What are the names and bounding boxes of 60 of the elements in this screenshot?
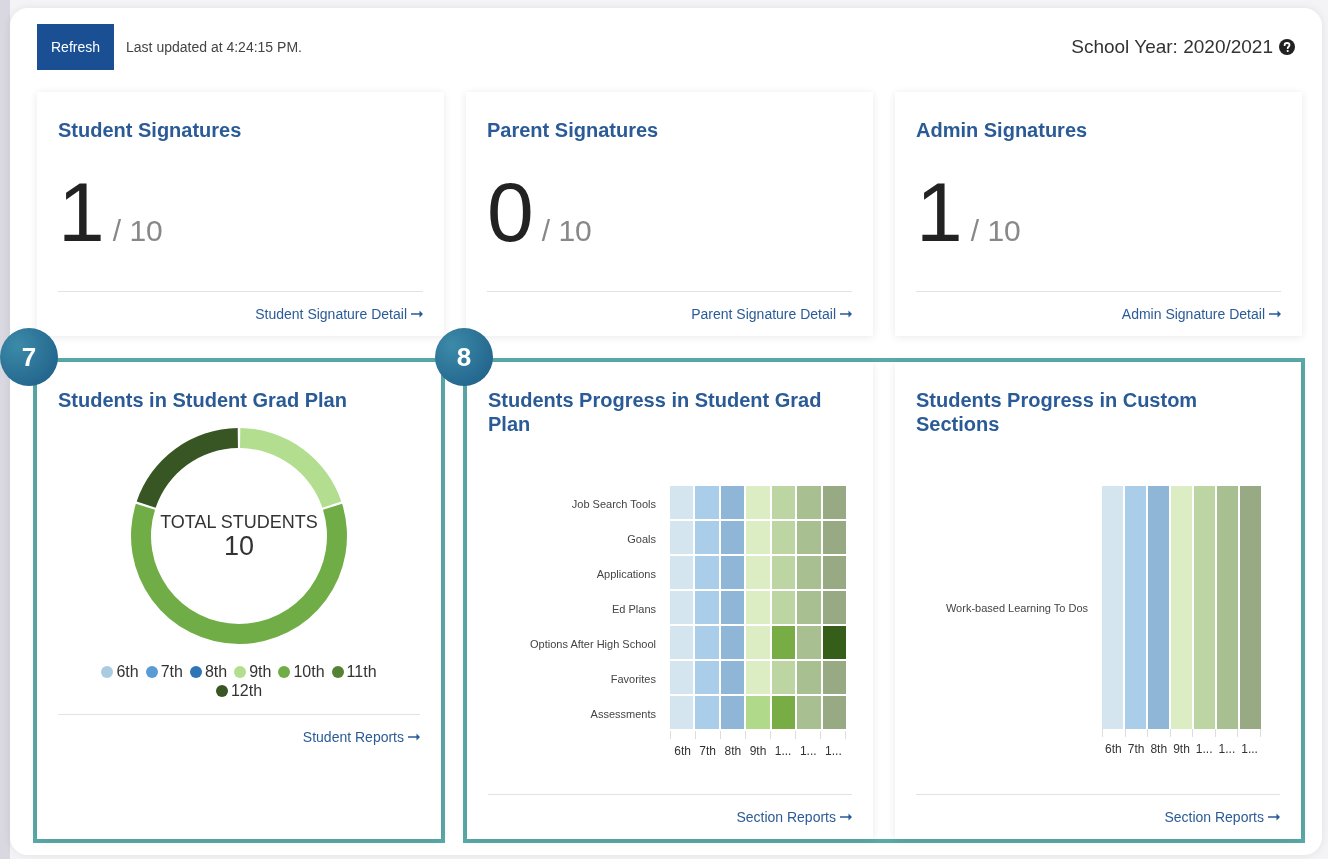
axis-label: 8th (723, 744, 743, 758)
arrow-icon (411, 310, 423, 318)
report-link[interactable]: Student Reports (302, 729, 420, 745)
report-link[interactable]: Parent Signature Detail (691, 306, 852, 322)
signature-total: / 10 (112, 214, 163, 248)
row-label: Favorites (610, 672, 656, 685)
legend-label: 6th (116, 662, 139, 681)
row-label: Ed Plans (611, 602, 656, 615)
signature-count: 0 (487, 170, 534, 254)
signature-count: 1 (58, 170, 105, 254)
signature-total: / 10 (541, 214, 592, 248)
axis-label: 1... (1240, 742, 1259, 756)
axis-label: 9th (748, 744, 768, 758)
arrow-icon (840, 813, 852, 821)
card-title: Students Progress in Custom Sections (916, 388, 1199, 436)
axis-label: 8th (1149, 742, 1169, 756)
school-year-text: School Year: 2020/2021 (1071, 36, 1273, 58)
axis-label: 6th (1104, 742, 1123, 756)
total-value: 10 (223, 532, 254, 560)
legend-label: 7th (160, 662, 183, 681)
report-link[interactable]: Section Reports (736, 809, 852, 825)
row-label: Goals (627, 532, 656, 545)
report-link[interactable]: Section Reports (1164, 809, 1280, 825)
report-link[interactable]: Admin Signature Detail (1121, 306, 1281, 322)
arrow-icon (840, 310, 852, 318)
card-title: Students Progress in Student Grad Plan (488, 388, 823, 436)
axis-label: 1... (1217, 742, 1237, 756)
axis-label: 1... (798, 744, 818, 758)
row-label: Work-based Learning To Dos (945, 601, 1088, 614)
axis-label: 7th (1126, 742, 1146, 756)
arrow-icon (1269, 310, 1281, 318)
legend-label: 11th (346, 662, 377, 681)
axis-label: 1... (824, 744, 843, 758)
axis-label: 6th (673, 744, 692, 758)
refresh-button[interactable]: Refresh (37, 24, 115, 70)
axis-label: 1... (1194, 742, 1214, 756)
card-title: Student Signatures (58, 118, 243, 142)
axis-label: 7th (698, 744, 718, 758)
card-title: Parent Signatures (487, 118, 660, 142)
report-link[interactable]: Student Signature Detail (255, 306, 423, 322)
row-label: Applications (596, 567, 656, 580)
arrow-icon (408, 733, 420, 741)
row-label: Job Search Tools (571, 497, 656, 510)
arrow-icon (1268, 813, 1280, 821)
last-updated-text: Last updated at 4:24:15 PM. (126, 39, 302, 55)
card-title: Students in Student Grad Plan (58, 388, 348, 412)
row-label: Assessments (590, 707, 656, 720)
legend-label: 10th (293, 662, 325, 681)
total-label: TOTAL STUDENTS (160, 512, 318, 532)
signature-count: 1 (916, 170, 963, 254)
legend-label: 9th (249, 662, 272, 681)
card-title: Admin Signatures (916, 118, 1089, 142)
axis-label: 9th (1172, 742, 1191, 756)
row-label: Options After High School (530, 637, 656, 650)
callout-badge: 7 (0, 328, 58, 386)
help-icon[interactable] (1279, 39, 1295, 55)
legend-label: 8th (204, 662, 228, 681)
legend-label: 12th (230, 681, 263, 700)
signature-total: / 10 (970, 214, 1021, 248)
axis-label: 1... (773, 744, 793, 758)
